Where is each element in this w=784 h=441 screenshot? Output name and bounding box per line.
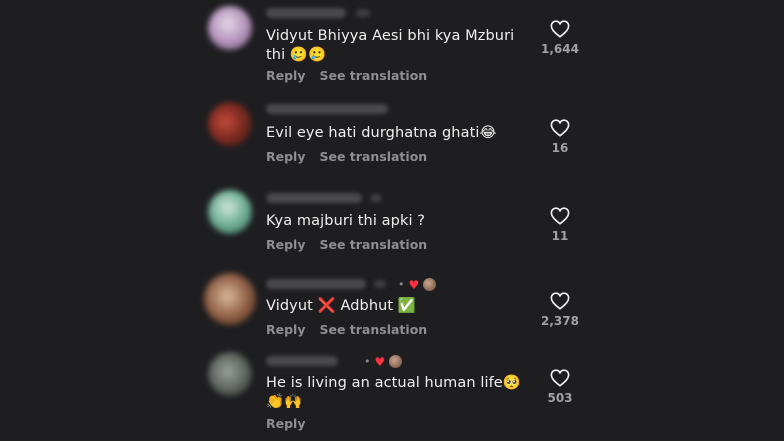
heart-outline-icon[interactable] [550, 119, 570, 137]
timestamp [356, 9, 370, 17]
comment-actions: Reply See translation [266, 322, 427, 337]
avatar[interactable] [208, 352, 252, 396]
like-count: 2,378 [541, 314, 579, 328]
creator-avatar [389, 355, 403, 368]
heart-outline-icon[interactable] [550, 292, 570, 310]
reply-button[interactable]: Reply [266, 149, 305, 164]
like-count: 503 [547, 391, 573, 405]
like-count: 16 [551, 141, 569, 155]
author-liked-badge: • ♥ [398, 277, 437, 292]
avatar[interactable] [208, 102, 252, 146]
timestamp [374, 280, 386, 288]
heart-filled-icon: ♥ [408, 277, 420, 292]
comment-text: Vidyut ❌ Adbhut ✅ [266, 298, 417, 314]
comment-text: Evil eye hati durghatna ghati😂 [266, 125, 497, 141]
reply-button[interactable]: Reply [266, 68, 305, 83]
creator-avatar [423, 278, 437, 291]
heart-filled-icon: ♥ [374, 354, 386, 369]
comment-text: He is living an actual human life🥺👏🙌 [266, 375, 521, 410]
comment-actions: Reply See translation [266, 149, 427, 164]
like-count: 11 [551, 229, 569, 243]
like-control[interactable]: 2,378 [536, 292, 584, 328]
avatar[interactable] [204, 273, 256, 325]
like-control[interactable]: 503 [536, 369, 584, 405]
author-liked-badge: • ♥ [364, 354, 403, 369]
like-control[interactable]: 16 [536, 119, 584, 155]
like-control[interactable]: 11 [536, 207, 584, 243]
comment-text: Kya majburi thi apki ? [266, 213, 426, 229]
timestamp [370, 194, 382, 202]
comment-actions: Reply [266, 416, 305, 431]
username[interactable] [266, 193, 362, 203]
see-translation-button[interactable]: See translation [319, 68, 427, 83]
like-count: 1,644 [541, 42, 579, 56]
comment-text: Vidyut Bhiyya Aesi bhi kya Mzburi thi 🥲🥲 [266, 28, 515, 63]
reply-button[interactable]: Reply [266, 416, 305, 431]
username[interactable] [266, 356, 338, 366]
avatar[interactable] [208, 6, 252, 50]
see-translation-button[interactable]: See translation [319, 237, 427, 252]
see-translation-button[interactable]: See translation [319, 149, 427, 164]
heart-outline-icon[interactable] [550, 369, 570, 387]
reply-button[interactable]: Reply [266, 237, 305, 252]
comments-panel: Vidyut Bhiyya Aesi bhi kya Mzburi thi 🥲🥲… [0, 0, 784, 441]
heart-outline-icon[interactable] [550, 207, 570, 225]
username[interactable] [266, 279, 366, 289]
username[interactable] [266, 8, 346, 18]
avatar[interactable] [208, 190, 252, 234]
username[interactable] [266, 104, 388, 114]
reply-button[interactable]: Reply [266, 322, 305, 337]
comment-actions: Reply See translation [266, 68, 427, 83]
heart-outline-icon[interactable] [550, 20, 570, 38]
like-control[interactable]: 1,644 [536, 20, 584, 56]
comment-actions: Reply See translation [266, 237, 427, 252]
see-translation-button[interactable]: See translation [319, 322, 427, 337]
